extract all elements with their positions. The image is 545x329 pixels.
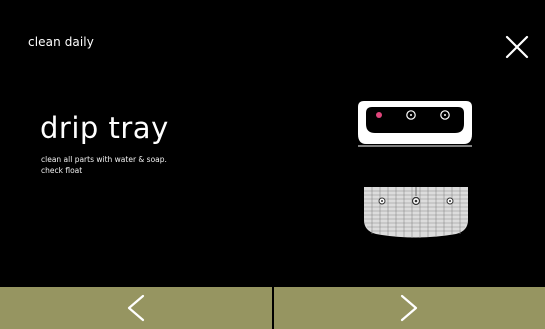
cleaning-screen: clean daily drip tray clean all parts wi… [0, 0, 545, 329]
drip-tray-grid-icon [364, 187, 468, 238]
instruction-line: check float [41, 166, 83, 175]
navigation-bar [0, 287, 545, 329]
screen-title: clean daily [28, 35, 94, 49]
indicator-dot [376, 112, 382, 118]
close-button[interactable] [502, 32, 532, 62]
instruction-line: clean all parts with water & soap. [41, 155, 167, 164]
next-button[interactable] [273, 287, 545, 329]
previous-button[interactable] [0, 287, 272, 329]
drip-tray-illustration [350, 92, 480, 247]
drip-tray-front-icon [358, 101, 472, 147]
step-instructions: clean all parts with water & soap. check… [41, 154, 271, 176]
step-title: drip tray [40, 111, 169, 145]
close-icon [505, 35, 529, 59]
chevron-right-icon [401, 294, 418, 322]
chevron-left-icon [127, 294, 144, 322]
